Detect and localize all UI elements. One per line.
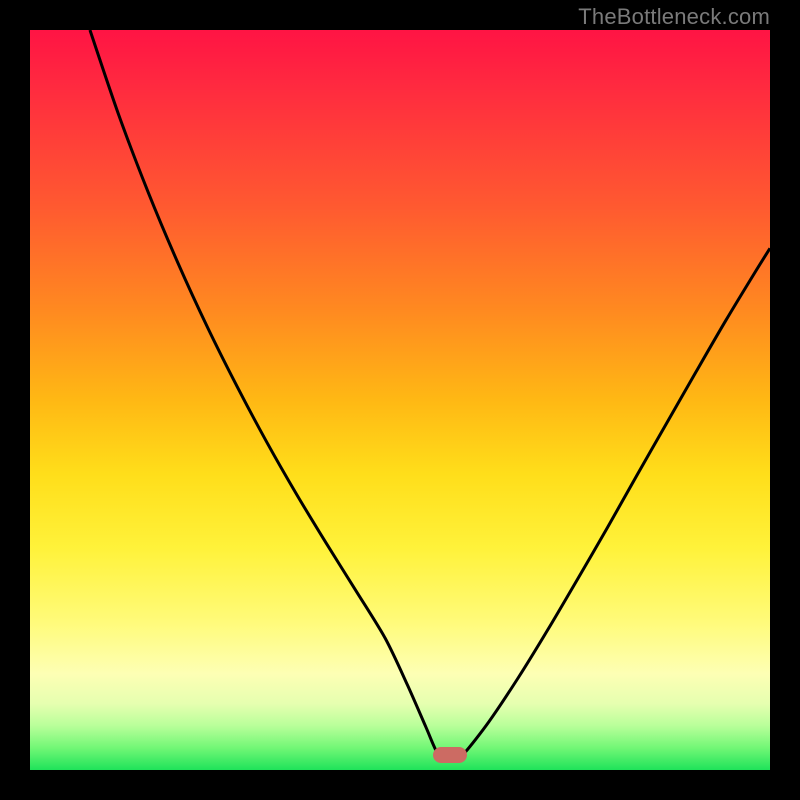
bottleneck-curve xyxy=(30,30,770,770)
min-marker xyxy=(433,747,467,763)
curve-path xyxy=(90,30,770,755)
watermark-text: TheBottleneck.com xyxy=(578,4,770,30)
chart-frame: TheBottleneck.com xyxy=(0,0,800,800)
